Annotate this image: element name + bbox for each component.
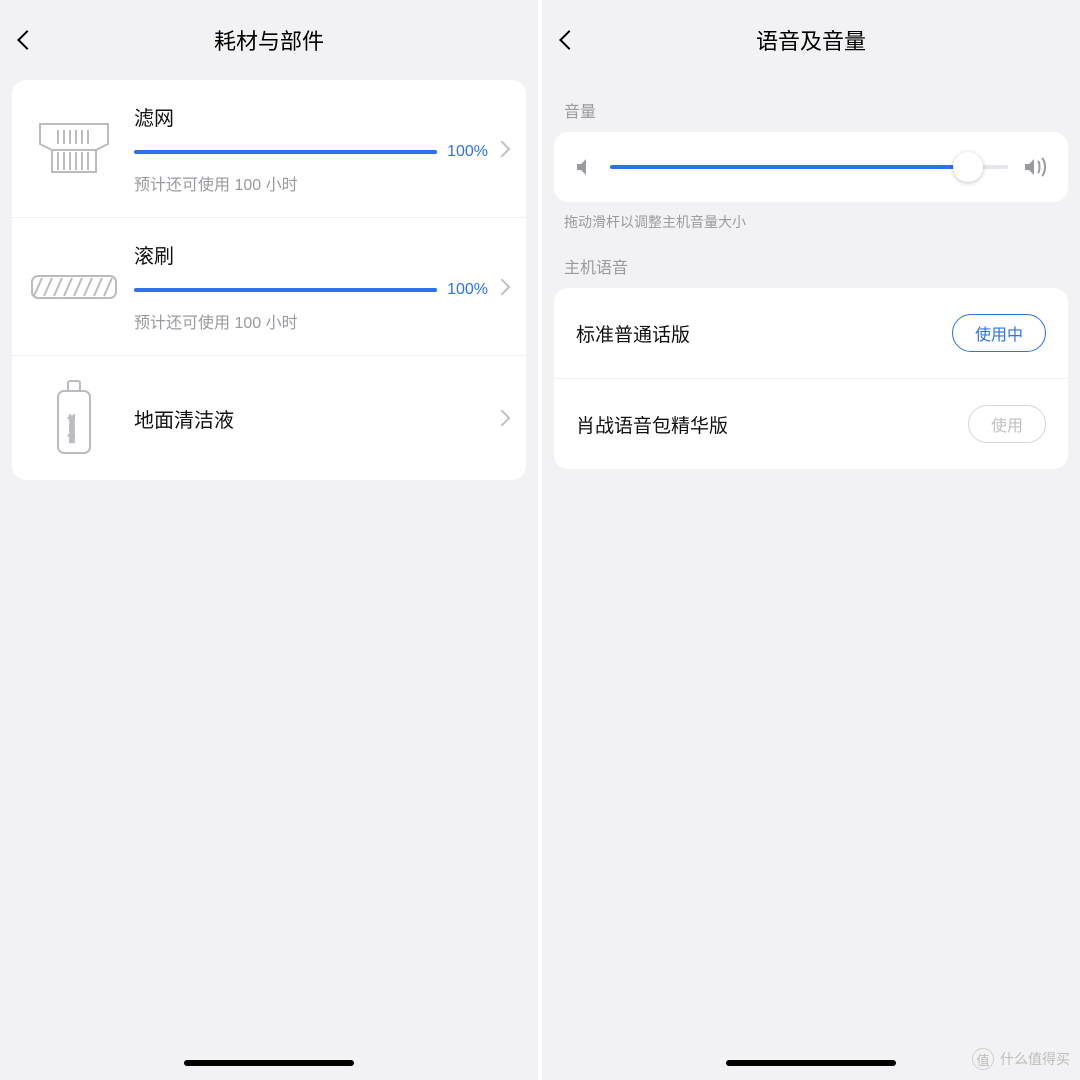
volume-slider-row: [554, 132, 1068, 202]
volume-fill: [610, 165, 968, 169]
volume-knob[interactable]: [953, 152, 983, 182]
progress: 100%: [134, 143, 488, 161]
page-title: 语音及音量: [542, 24, 1080, 56]
voice-use-button[interactable]: 使用: [968, 405, 1046, 443]
progress-percent: 100%: [447, 143, 488, 161]
svg-text:roborock: roborock: [69, 415, 76, 443]
voice-row-xiaozhan: 肖战语音包精华版 使用: [554, 379, 1068, 469]
consumable-row-liquid[interactable]: roborock 地面清洁液: [12, 356, 526, 480]
consumables-panel: 耗材与部件 滤网: [0, 0, 538, 1080]
filter-icon: [30, 109, 118, 189]
speaker-low-icon: [574, 156, 596, 178]
voice-section-label: 主机语音: [542, 236, 1080, 288]
watermark-logo: 值: [972, 1048, 994, 1070]
voice-name: 标准普通话版: [576, 320, 690, 347]
liquid-icon: roborock: [30, 378, 118, 458]
watermark-text: 什么值得买: [1000, 1049, 1070, 1069]
consumable-row-filter[interactable]: 滤网 100% 预计还可使用 100 小时: [12, 80, 526, 218]
volume-slider[interactable]: [610, 165, 1008, 169]
back-icon[interactable]: [559, 30, 579, 50]
consumable-info: 滚刷 100% 预计还可使用 100 小时: [134, 240, 488, 333]
watermark: 值 什么值得买: [972, 1048, 1070, 1070]
progress-bar: [134, 150, 437, 154]
consumable-info: 地面清洁液: [134, 404, 488, 433]
consumable-subtext: 预计还可使用 100 小时: [134, 171, 488, 195]
header: 耗材与部件: [0, 0, 538, 80]
chevron-right-icon: [494, 278, 511, 295]
volume-card: [554, 132, 1068, 202]
consumables-card: 滤网 100% 预计还可使用 100 小时: [12, 80, 526, 480]
voice-card: 标准普通话版 使用中 肖战语音包精华版 使用: [554, 288, 1068, 469]
progress-fill: [134, 288, 437, 292]
consumable-subtext: 预计还可使用 100 小时: [134, 309, 488, 333]
home-indicator: [726, 1060, 896, 1066]
home-indicator: [184, 1060, 354, 1066]
header: 语音及音量: [542, 0, 1080, 80]
back-icon[interactable]: [17, 30, 37, 50]
voice-name: 肖战语音包精华版: [576, 411, 728, 438]
voice-use-button[interactable]: 使用中: [952, 314, 1046, 352]
consumable-info: 滤网 100% 预计还可使用 100 小时: [134, 102, 488, 195]
consumable-row-brush[interactable]: 滚刷 100% 预计还可使用 100 小时: [12, 218, 526, 356]
consumable-name: 滤网: [134, 102, 488, 131]
brush-icon: [30, 247, 118, 327]
voice-panel: 语音及音量 音量 拖动滑杆以调整主机音量大小 主机语音 标准普通话版 使用中 肖…: [542, 0, 1080, 1080]
page-title: 耗材与部件: [0, 24, 538, 56]
consumable-name: 滚刷: [134, 240, 488, 269]
volume-hint: 拖动滑杆以调整主机音量大小: [542, 202, 1080, 236]
progress-bar: [134, 288, 437, 292]
consumable-name: 地面清洁液: [134, 404, 488, 433]
volume-section-label: 音量: [542, 80, 1080, 132]
progress-percent: 100%: [447, 281, 488, 299]
progress: 100%: [134, 281, 488, 299]
voice-row-standard: 标准普通话版 使用中: [554, 288, 1068, 379]
chevron-right-icon: [494, 140, 511, 157]
progress-fill: [134, 150, 437, 154]
speaker-high-icon: [1022, 156, 1048, 178]
chevron-right-icon: [494, 410, 511, 427]
